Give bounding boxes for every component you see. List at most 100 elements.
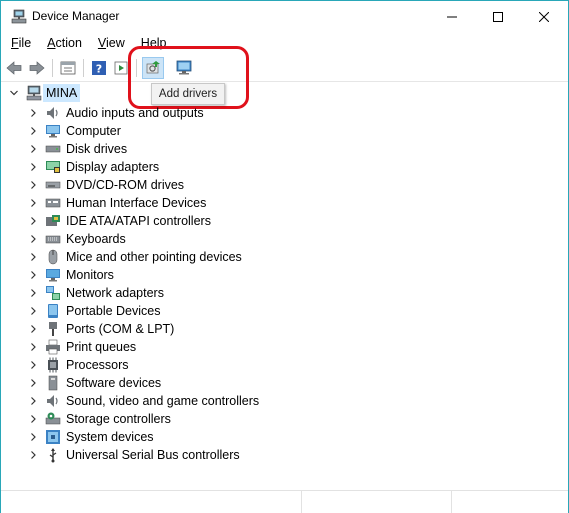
chevron-right-icon[interactable] [28,284,38,302]
tree-item-network-adapter[interactable]: Network adapters [1,284,421,302]
back-arrow-icon [6,61,22,75]
tree-item-label: Mice and other pointing devices [66,250,242,264]
tree-item-disk-drive[interactable]: Disk drives [1,140,421,158]
chevron-right-icon[interactable] [28,212,38,230]
chevron-right-icon[interactable] [28,158,38,176]
close-button[interactable] [521,1,567,32]
tree-item-label: Audio inputs and outputs [66,106,204,120]
tree-item-monitor[interactable]: Monitors [1,266,421,284]
printer-icon [45,339,61,355]
tree-item-label: IDE ATA/ATAPI controllers [66,214,211,228]
hid-icon [45,195,61,211]
maximize-icon [493,11,503,22]
toolbar: ? [1,55,568,82]
display-adapter-icon [45,159,61,175]
tree-item-keyboard[interactable]: Keyboards [1,230,421,248]
device-manager-icon [11,9,27,25]
chevron-right-icon[interactable] [28,410,38,428]
tree-item-speaker[interactable]: Audio inputs and outputs [1,104,421,122]
tree-item-storage-controller[interactable]: Storage controllers [1,410,421,428]
chevron-right-icon[interactable] [28,338,38,356]
chevron-right-icon[interactable] [28,230,38,248]
tree-item-printer[interactable]: Print queues [1,338,421,356]
storage-controller-icon [45,411,61,427]
tree-item-label: Disk drives [66,142,128,156]
device-manager-window: Device Manager File Action View Help ? A… [0,0,569,513]
speaker-icon [45,105,61,121]
chevron-right-icon[interactable] [28,320,38,338]
chevron-right-icon[interactable] [28,104,38,122]
tree-item-usb[interactable]: Universal Serial Bus controllers [1,446,421,464]
properties-button[interactable] [58,58,78,78]
tree-item-port[interactable]: Ports (COM & LPT) [1,320,421,338]
menu-view[interactable]: View [88,33,131,53]
tree-item-label: Human Interface Devices [66,196,207,210]
maximize-button[interactable] [475,1,521,32]
tree-item-label: Print queues [66,340,137,354]
forward-button[interactable] [27,58,47,78]
properties-icon [60,61,76,75]
chevron-right-icon[interactable] [28,428,38,446]
menu-file[interactable]: File [1,33,37,53]
window-title: Device Manager [32,9,120,23]
close-icon [539,11,549,22]
menu-bar: File Action View Help [1,33,568,53]
software-device-icon [45,375,61,391]
processor-icon [45,357,61,373]
chevron-right-icon[interactable] [28,302,38,320]
tree-item-label: Software devices [66,376,162,390]
tree-item-label: Universal Serial Bus controllers [66,448,240,462]
ide-controller-icon [45,213,61,229]
minimize-icon [447,16,457,17]
tree-item-hid[interactable]: Human Interface Devices [1,194,421,212]
tree-root-label: MINA [43,84,81,102]
tree-item-system-device[interactable]: System devices [1,428,421,446]
tree-item-computer[interactable]: Computer [1,122,421,140]
status-bar [1,490,568,513]
svg-text:?: ? [96,63,102,76]
tree-item-processor[interactable]: Processors [1,356,421,374]
chevron-right-icon[interactable] [28,122,38,140]
tree-item-display-adapter[interactable]: Display adapters [1,158,421,176]
chevron-right-icon[interactable] [28,446,38,464]
mouse-icon [45,249,61,265]
tree-item-mouse[interactable]: Mice and other pointing devices [1,248,421,266]
tree-item-label: Computer [66,124,121,138]
minimize-button[interactable] [429,1,475,32]
chevron-right-icon[interactable] [28,356,38,374]
tree-item-label: System devices [66,430,154,444]
tree-item-dvd-drive[interactable]: DVD/CD-ROM drives [1,176,421,194]
chevron-right-icon[interactable] [28,176,38,194]
tree-item-software-device[interactable]: Software devices [1,374,421,392]
tree-item-label: Keyboards [66,232,126,246]
help-button[interactable]: ? [89,58,109,78]
tree-item-label: Processors [66,358,129,372]
usb-icon [45,447,61,463]
system-device-icon [45,429,61,445]
toolbar-separator [52,59,53,77]
computer-root-icon [26,85,42,101]
chevron-right-icon[interactable] [28,140,38,158]
dvd-drive-icon [45,177,61,193]
tree-item-ide-controller[interactable]: IDE ATA/ATAPI controllers [1,212,421,230]
chevron-right-icon[interactable] [28,374,38,392]
tree-item-label: DVD/CD-ROM drives [66,178,185,192]
tree-item-label: Monitors [66,268,114,282]
title-bar[interactable]: Device Manager [1,1,568,32]
chevron-right-icon[interactable] [28,266,38,284]
tree-item-label: Sound, video and game controllers [66,394,260,408]
menu-action[interactable]: Action [37,33,88,53]
tree-item-sound-controller[interactable]: Sound, video and game controllers [1,392,421,410]
status-cell [451,491,452,513]
status-cell [301,491,302,513]
chevron-right-icon[interactable] [28,392,38,410]
tree-item-portable-device[interactable]: Portable Devices [1,302,421,320]
back-button[interactable] [4,58,24,78]
keyboard-icon [45,231,61,247]
chevron-right-icon[interactable] [28,248,38,266]
chevron-right-icon[interactable] [28,194,38,212]
toolbar-separator [83,59,84,77]
chevron-down-icon[interactable] [9,84,19,102]
tree-root[interactable]: MINA [1,84,401,102]
monitor-icon [45,267,61,283]
